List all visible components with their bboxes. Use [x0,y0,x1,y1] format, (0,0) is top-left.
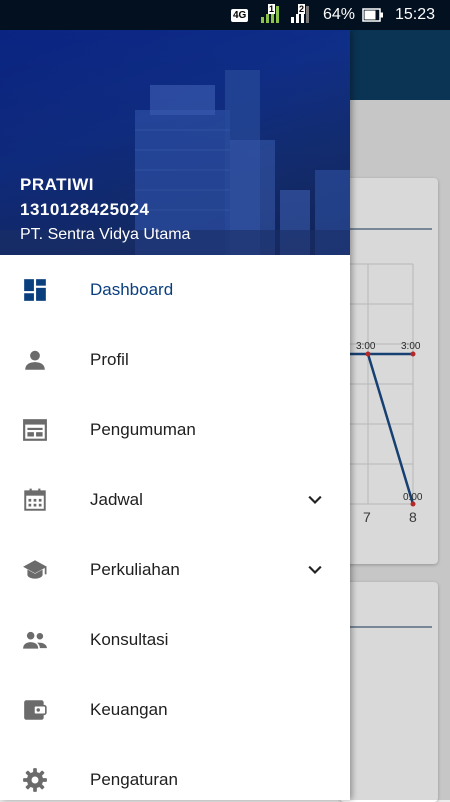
chevron-down-icon[interactable] [305,490,325,510]
gear-icon [23,768,47,792]
menu-item-jadwal[interactable]: Jadwal [0,465,350,535]
menu-item-label: Pengaturan [90,770,178,789]
menu-item-pengaturan[interactable]: Pengaturan [0,745,350,800]
status-bar: 4G 1 2 64% 15:23 [0,0,450,30]
sim2-label: 2 [298,4,306,14]
graduation-cap-icon [23,560,47,579]
menu-item-label: Keuangan [90,700,168,719]
menu-item-label: Konsultasi [90,630,169,649]
battery-percentage: 64% [323,6,356,23]
sim1-label: 1 [268,4,276,14]
menu-item-pengumuman[interactable]: Pengumuman [0,395,350,465]
drawer-scrim[interactable] [350,30,450,800]
clock: 15:23 [395,6,436,23]
user-id: 1310128425024 [20,200,150,219]
menu-item-dashboard[interactable]: Dashboard [0,255,350,325]
menu-item-keuangan[interactable]: Keuangan [0,675,350,745]
network-indicator: 4G 1 2 [231,0,310,30]
wallet-icon [24,700,47,720]
menu-item-konsultasi[interactable]: Konsultasi [0,605,350,675]
user-name: PRATIWI [20,175,95,194]
chevron-down-icon[interactable] [305,560,325,580]
navigation-drawer: PRATIWI 1310128425024 PT. Sentra Vidya U… [0,30,350,800]
battery-icon [362,8,383,22]
people-icon [23,631,47,649]
menu-item-profil[interactable]: Profil [0,325,350,395]
announcement-icon [23,419,47,441]
header-building-image [0,70,350,255]
menu-item-label: Pengumuman [90,420,196,439]
person-icon [25,350,45,370]
menu-item-label: Jadwal [90,490,143,509]
menu-item-perkuliahan[interactable]: Perkuliahan [0,535,350,605]
dashboard-icon [24,279,46,301]
calendar-icon [24,488,46,511]
menu-item-label: Dashboard [90,280,174,299]
user-organization: PT. Sentra Vidya Utama [20,226,191,243]
menu-item-label: Perkuliahan [90,560,180,579]
drawer-menu: Dashboard Profil Pengumuman Jadwal Perku… [0,255,350,800]
menu-item-label: Profil [90,350,129,369]
drawer-header: PRATIWI 1310128425024 PT. Sentra Vidya U… [0,30,350,255]
network-type-badge: 4G [231,8,249,22]
